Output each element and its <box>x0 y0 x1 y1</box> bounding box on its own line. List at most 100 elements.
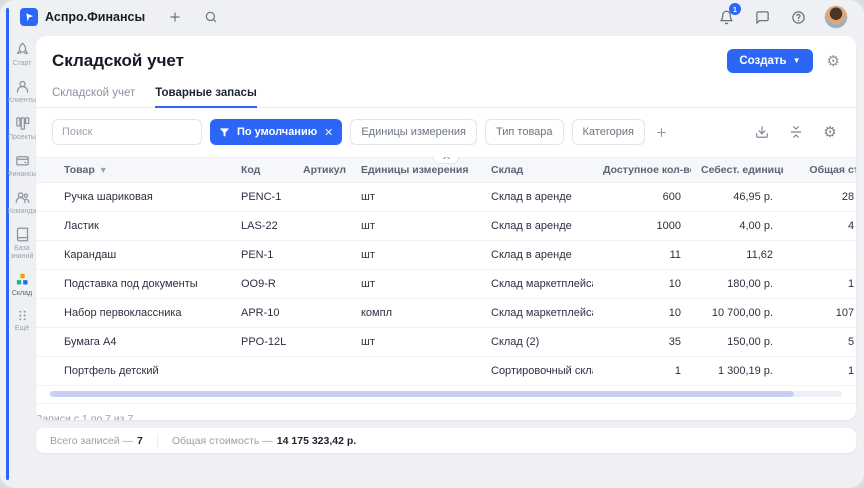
table-cell: 4 000,00 р. <box>783 212 856 241</box>
clear-filter-icon[interactable]: ✕ <box>324 126 333 139</box>
table-cell: шт <box>351 183 481 212</box>
table-cell: Бумага А4 <box>36 328 231 357</box>
table-cell: 10 700,00 р. <box>691 299 783 328</box>
table-cell: шт <box>351 328 481 357</box>
help-icon[interactable] <box>788 7 808 27</box>
table-cell: Сортировочный склад <box>481 357 593 386</box>
table-cell: 1 <box>593 357 691 386</box>
table-cell: Портфель детский <box>36 357 231 386</box>
sidebar-item-projects[interactable]: Проекты <box>5 116 39 142</box>
column-header[interactable]: Себест. единицы <box>691 158 783 183</box>
search-icon[interactable] <box>201 7 221 27</box>
users-icon <box>15 190 30 205</box>
active-filter-chip[interactable]: По умолчанию ✕ <box>210 119 342 145</box>
column-header[interactable]: Артикул <box>293 158 351 183</box>
table-cell: PEN-1 <box>231 241 293 270</box>
table-cell: 11 <box>593 241 691 270</box>
main-panel: Складской учет Создать ▼ ⚙ Складской уче… <box>36 36 856 420</box>
user-avatar[interactable] <box>824 5 848 29</box>
column-header[interactable]: Единицы измерения <box>351 158 481 183</box>
column-header[interactable]: Склад <box>481 158 593 183</box>
app-logo[interactable]: Аспро.Финансы <box>20 8 145 26</box>
topbar: Аспро.Финансы 1 <box>0 0 864 34</box>
table-cell: Склад в аренде <box>481 183 593 212</box>
table-cell: 35 <box>593 328 691 357</box>
horizontal-scrollbar-thumb[interactable] <box>50 391 794 397</box>
kanban-icon <box>15 116 30 131</box>
sidebar-item-warehouse[interactable]: Склад <box>5 272 39 298</box>
summary-bar: Всего записей —7 Общая стоимость —14 175… <box>36 428 856 453</box>
table-cell: Ручка шариковая <box>36 183 231 212</box>
table-row[interactable]: Портфель детский Сортировочный склад11 30… <box>36 357 856 386</box>
filter-chip-units[interactable]: Единицы измерения <box>350 119 477 145</box>
table-cell: 180,00 р. <box>691 270 783 299</box>
table-cell <box>293 241 351 270</box>
table-cell: 150,00 р. <box>691 328 783 357</box>
table-row[interactable]: КарандашPEN-1штСклад в аренде1111,62127,… <box>36 241 856 270</box>
table-cell: Склад маркетплейса <box>481 270 593 299</box>
app-window: Аспро.Финансы 1 С <box>0 0 864 488</box>
table-cell: 1000 <box>593 212 691 241</box>
table-cell: 600 <box>593 183 691 212</box>
table-cell: 11,62 <box>691 241 783 270</box>
warehouse-boxes-icon <box>15 272 30 287</box>
table-cell: Склад в аренде <box>481 212 593 241</box>
table-cell: Подставка под документы <box>36 270 231 299</box>
sidebar-item-team[interactable]: Команда <box>5 190 39 216</box>
table-cell <box>293 212 351 241</box>
table-cell: 1 300,19 р. <box>691 357 783 386</box>
table-cell: 46,95 р. <box>691 183 783 212</box>
table-cell <box>293 357 351 386</box>
notifications-bell-icon[interactable]: 1 <box>716 7 736 27</box>
filter-chip-category[interactable]: Категория <box>572 119 645 145</box>
table-row[interactable]: Подставка под документыOO9-R штСклад марк… <box>36 270 856 299</box>
wallet-icon <box>15 153 30 168</box>
table-cell: Ластик <box>36 212 231 241</box>
table-cell: 10 <box>593 270 691 299</box>
total-records: Всего записей —7 <box>50 435 143 447</box>
sidebar: Старт Клиенты Проекты Финансы Команда Ба… <box>6 42 38 333</box>
search-input[interactable] <box>52 119 202 145</box>
records-count-text: Записи с 1 по 7 из 7 <box>36 403 856 420</box>
table-cell: шт <box>351 270 481 299</box>
column-header[interactable]: Доступное кол-во <box>593 158 691 183</box>
sidebar-item-knowledge[interactable]: База знаний <box>5 227 39 261</box>
table-cell: Склад в аренде <box>481 241 593 270</box>
book-icon <box>15 227 30 242</box>
collapse-rows-icon[interactable] <box>786 122 806 142</box>
column-header[interactable]: Общая стоимость <box>783 158 856 183</box>
sidebar-item-more[interactable]: Ещё <box>5 309 39 333</box>
column-header[interactable]: Код <box>231 158 293 183</box>
filter-chip-product-type[interactable]: Тип товара <box>485 119 564 145</box>
app-name: Аспро.Финансы <box>45 10 145 24</box>
table-cell: PPO-12L <box>231 328 293 357</box>
table-cell: шт <box>351 212 481 241</box>
tab-stock[interactable]: Товарные запасы <box>155 81 257 108</box>
person-icon <box>15 79 30 94</box>
export-download-icon[interactable] <box>752 122 772 142</box>
table-cell: PENC-1 <box>231 183 293 212</box>
sidebar-item-finance[interactable]: Финансы <box>5 153 39 179</box>
sidebar-item-clients[interactable]: Клиенты <box>5 79 39 105</box>
add-button[interactable] <box>165 7 185 27</box>
add-filter-icon[interactable] <box>655 126 668 139</box>
table-row[interactable]: Бумага А4PPO-12LштСклад (2)35150,00 р.5 … <box>36 328 856 357</box>
table-row[interactable]: Набор первоклассникаAPR-10комплСклад мар… <box>36 299 856 328</box>
table-cell: OO9-R <box>231 270 293 299</box>
sidebar-item-start[interactable]: Старт <box>5 42 39 68</box>
table-settings-gear-icon[interactable]: ⚙ <box>820 122 840 142</box>
sort-chevron-icon[interactable]: ▼ <box>99 165 108 175</box>
horizontal-scrollbar-track[interactable] <box>50 391 842 397</box>
create-button[interactable]: Создать ▼ <box>727 49 812 73</box>
tab-warehouse-accounting[interactable]: Складской учет <box>52 81 135 107</box>
table-row[interactable]: Ручка шариковаяPENC-1 штСклад в аренде600… <box>36 183 856 212</box>
table-cell: Карандаш <box>36 241 231 270</box>
page-settings-gear-icon[interactable]: ⚙ <box>827 52 840 70</box>
column-header[interactable]: Товар▼ <box>36 158 231 183</box>
table-row[interactable]: ЛастикLAS-22штСклад в аренде10004,00 р.4… <box>36 212 856 241</box>
table-cell: 107 000,00 р. <box>783 299 856 328</box>
table-cell: 28 170,50 р. <box>783 183 856 212</box>
collapse-table-button[interactable] <box>433 157 459 164</box>
chat-icon[interactable] <box>752 7 772 27</box>
table-cell <box>231 357 293 386</box>
